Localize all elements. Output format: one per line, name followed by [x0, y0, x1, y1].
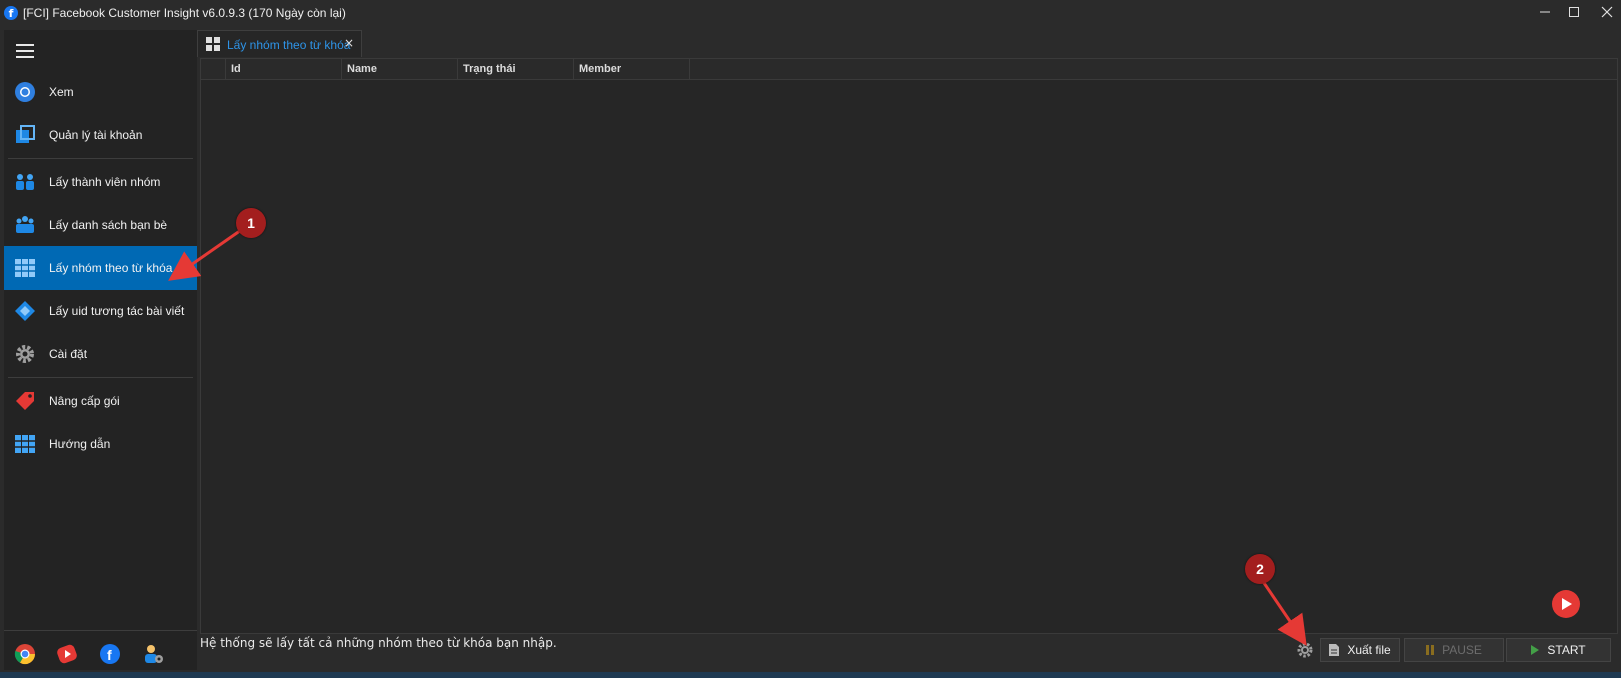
sidebar-item-cai-dat[interactable]: Cài đặt	[4, 332, 197, 376]
sidebar-divider	[8, 158, 193, 159]
sidebar-item-xem[interactable]: Xem	[4, 70, 197, 114]
sidebar-item-nang-cap-goi[interactable]: Nâng cấp gói	[4, 379, 197, 423]
settings-button[interactable]	[1293, 638, 1317, 662]
export-file-label: Xuất file	[1347, 643, 1391, 657]
tab-bar: Lấy nhóm theo từ khóa ×	[197, 28, 1621, 57]
facebook-app-icon: f	[4, 6, 18, 20]
sidebar-item-label: Nâng cấp gói	[49, 394, 120, 408]
facebook-icon[interactable]: f	[99, 643, 121, 665]
maximize-icon	[1569, 7, 1579, 17]
play-icon	[1562, 598, 1572, 610]
sidebar-divider	[8, 377, 193, 378]
sidebar-item-lay-thanh-vien-nhom[interactable]: Lấy thành viên nhóm	[4, 160, 197, 204]
tab-lay-nhom-theo-tu-khoa[interactable]: Lấy nhóm theo từ khóa ×	[197, 30, 362, 57]
window-title: [FCI] Facebook Customer Insight v6.0.9.3…	[23, 6, 346, 20]
annotation-badge-1: 1	[236, 208, 266, 238]
friends-list-icon	[14, 214, 36, 236]
export-file-button[interactable]: Xuất file	[1320, 638, 1400, 662]
account-stack-icon	[14, 124, 36, 146]
hamburger-menu-icon[interactable]	[16, 44, 34, 58]
dashboard-icon	[206, 37, 220, 51]
start-play-icon	[1531, 645, 1540, 655]
group-members-icon	[14, 171, 36, 193]
row-selector-header[interactable]	[201, 59, 226, 79]
data-grid[interactable]: Id Name Trạng thái Member	[200, 58, 1618, 634]
annotation-badge-2: 2	[1245, 554, 1275, 584]
close-icon	[1601, 6, 1613, 18]
grid-header: Id Name Trạng thái Member	[201, 59, 1617, 80]
minimize-icon	[1540, 11, 1550, 13]
guide-grid-icon	[14, 433, 36, 455]
chrome-icon[interactable]	[14, 643, 36, 665]
maximize-button[interactable]	[1556, 0, 1592, 24]
pause-label: PAUSE	[1442, 643, 1482, 657]
title-bar: f [FCI] Facebook Customer Insight v6.0.9…	[0, 0, 1621, 26]
sidebar-item-lay-nhom-theo-tu-khoa[interactable]: Lấy nhóm theo từ khóa	[4, 246, 197, 290]
file-icon	[1329, 644, 1340, 656]
keyword-groups-icon	[14, 257, 36, 279]
column-header-name[interactable]: Name	[342, 59, 458, 79]
sidebar-footer: f	[4, 630, 197, 671]
sidebar-item-lay-uid-tuong-tac[interactable]: Lấy uid tương tác bài viết	[4, 289, 197, 333]
sidebar: Xem Quản lý tài khoản Lấy thành viên nhó…	[4, 30, 197, 670]
sidebar-item-lay-danh-sach-ban-be[interactable]: Lấy danh sách bạn bè	[4, 203, 197, 247]
svg-text:f: f	[107, 647, 112, 663]
pause-button[interactable]: PAUSE	[1404, 638, 1504, 662]
sidebar-item-label: Quản lý tài khoản	[49, 128, 143, 142]
price-tag-icon	[14, 390, 36, 412]
sidebar-item-label: Xem	[49, 85, 74, 99]
taskbar-edge	[0, 672, 1621, 678]
youtube-icon[interactable]	[56, 643, 78, 665]
sidebar-item-label: Hướng dẫn	[49, 437, 111, 451]
tab-label: Lấy nhóm theo từ khóa	[227, 38, 351, 52]
post-interaction-icon	[14, 300, 36, 322]
admin-user-icon[interactable]	[142, 643, 164, 665]
play-button[interactable]	[1552, 590, 1580, 618]
sidebar-item-label: Lấy thành viên nhóm	[49, 175, 161, 189]
status-message: Hệ thống sẽ lấy tất cả những nhóm theo t…	[200, 636, 557, 650]
start-label: START	[1547, 643, 1586, 657]
column-header-id[interactable]: Id	[226, 59, 342, 79]
sidebar-item-quan-ly-tai-khoan[interactable]: Quản lý tài khoản	[4, 113, 197, 157]
pause-icon	[1426, 645, 1435, 655]
gear-icon	[1297, 642, 1313, 658]
column-header-trang-thai[interactable]: Trạng thái	[458, 59, 574, 79]
close-button[interactable]	[1589, 0, 1621, 24]
sidebar-item-label: Lấy uid tương tác bài viết	[49, 304, 185, 318]
gear-icon	[14, 343, 36, 365]
sidebar-item-label: Lấy danh sách bạn bè	[49, 218, 168, 232]
tab-close-icon[interactable]: ×	[344, 36, 354, 50]
start-button[interactable]: START	[1506, 638, 1611, 662]
column-header-member[interactable]: Member	[574, 59, 690, 79]
sidebar-item-label: Cài đặt	[49, 347, 88, 361]
sidebar-item-huong-dan[interactable]: Hướng dẫn	[4, 422, 197, 466]
sidebar-item-label: Lấy nhóm theo từ khóa	[49, 261, 173, 275]
chrome-circle-icon	[14, 81, 36, 103]
